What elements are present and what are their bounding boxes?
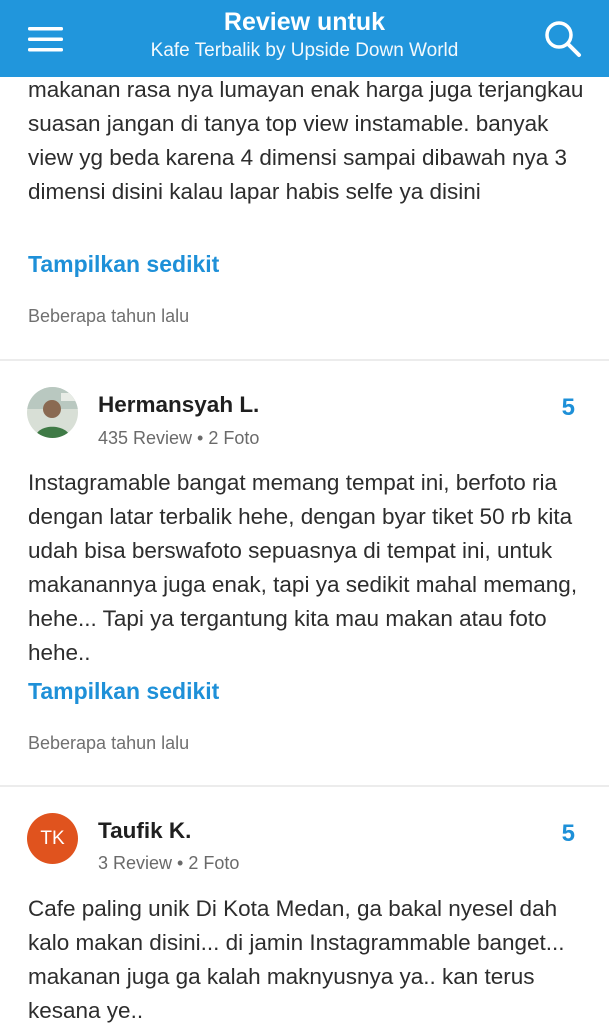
reviewer-avatar[interactable]: TK bbox=[27, 813, 78, 864]
app-bar: Review untuk Kafe Terbalik by Upside Dow… bbox=[0, 0, 609, 77]
hamburger-menu-icon bbox=[28, 26, 63, 51]
review-list: makanan rasa nya lumayan enak harga juga… bbox=[0, 77, 609, 1024]
page-subtitle: Kafe Terbalik by Upside Down World bbox=[150, 39, 459, 61]
reviewer-name[interactable]: Hermansyah L. bbox=[98, 392, 259, 418]
review-text: makanan rasa nya lumayan enak harga juga… bbox=[28, 77, 584, 204]
review-text: Cafe paling unik Di Kota Medan, ga bakal… bbox=[28, 896, 565, 1023]
review-card: Hermansyah L. 435 Review • 2 Foto 5 Inst… bbox=[0, 361, 609, 785]
show-less-link[interactable]: Tampilkan sedikit bbox=[0, 251, 247, 278]
page-title: Review untuk bbox=[223, 7, 386, 36]
search-icon bbox=[545, 20, 581, 57]
review-time: Beberapa tahun lalu bbox=[28, 733, 190, 753]
rating-badge: 5 bbox=[561, 820, 575, 847]
review-card: makanan rasa nya lumayan enak harga juga… bbox=[0, 77, 609, 359]
show-less-link[interactable]: Tampilkan sedikit bbox=[0, 678, 247, 705]
header-titles: Review untuk Kafe Terbalik by Upside Dow… bbox=[92, 8, 517, 64]
review-time: Beberapa tahun lalu bbox=[28, 306, 190, 326]
search-button[interactable] bbox=[517, 0, 609, 77]
rating-badge: 5 bbox=[561, 394, 575, 421]
review-text: Instagramable bangat memang tempat ini, … bbox=[28, 470, 578, 665]
menu-button[interactable] bbox=[0, 0, 92, 77]
reviewer-name[interactable]: Taufik K. bbox=[98, 818, 191, 844]
reviewer-meta: 435 Review • 2 Foto bbox=[98, 428, 260, 448]
review-card: TK Taufik K. 3 Review • 2 Foto 5 Cafe pa… bbox=[0, 787, 609, 1024]
reviewer-avatar[interactable] bbox=[27, 387, 78, 438]
avatar-photo-icon bbox=[27, 387, 78, 438]
reviewer-meta: 3 Review • 2 Foto bbox=[98, 853, 240, 873]
